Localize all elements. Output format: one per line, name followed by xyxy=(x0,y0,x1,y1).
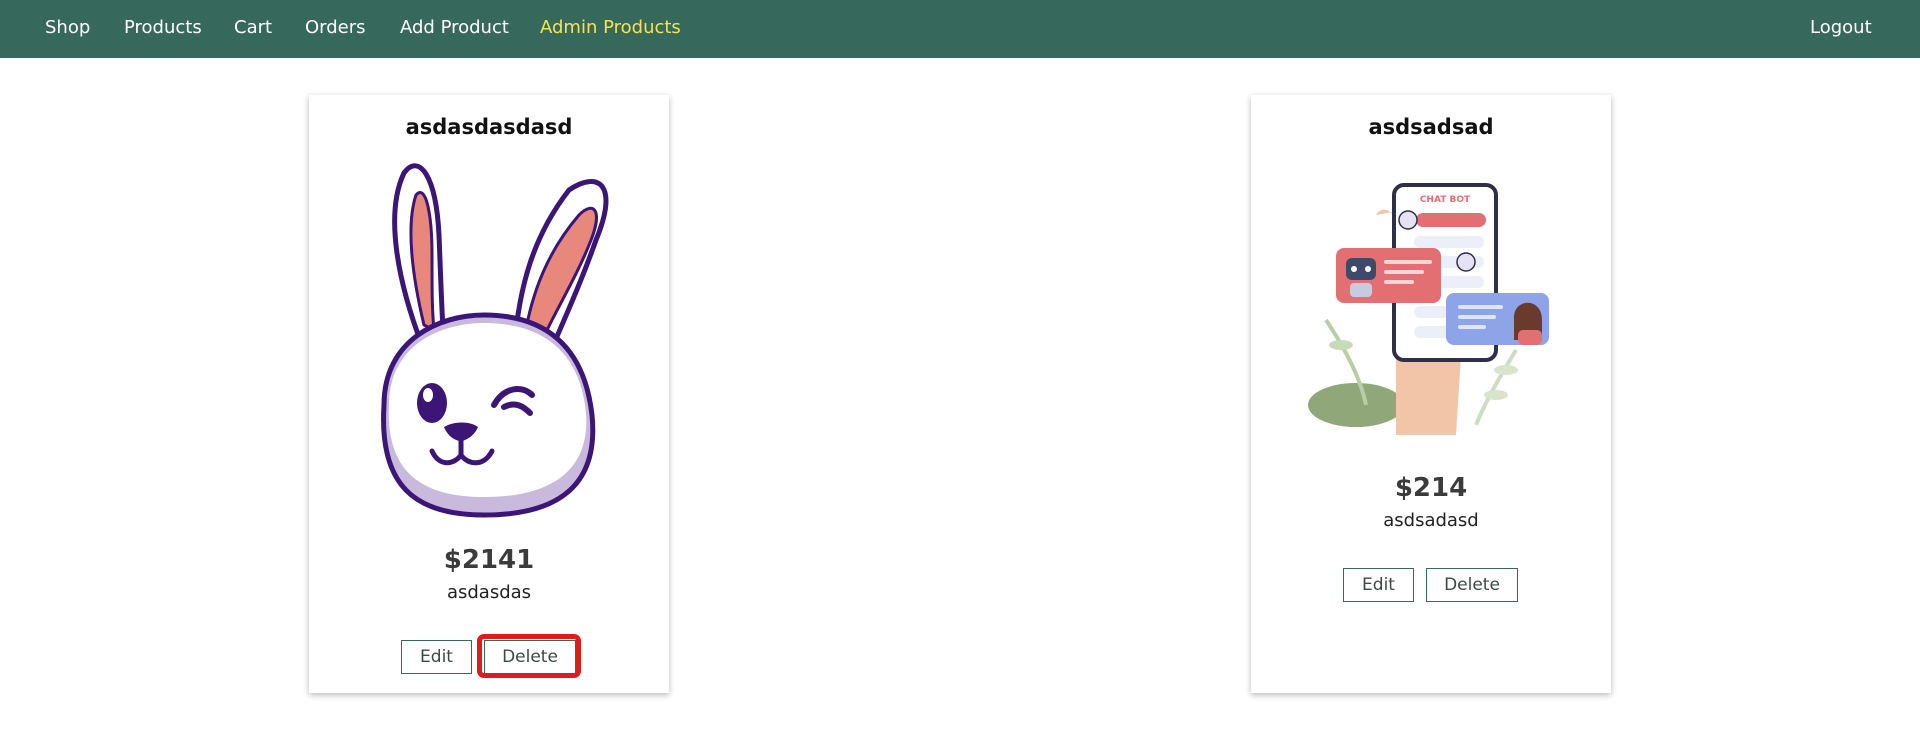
product-price: $214 xyxy=(1394,473,1468,503)
product-title: asdsadsad xyxy=(1368,115,1494,139)
bunny-image xyxy=(381,163,609,518)
nav-cart-link[interactable]: Cart xyxy=(234,0,272,58)
delete-button[interactable]: Delete xyxy=(484,640,576,674)
nav-add-product-link[interactable]: Add Product xyxy=(400,0,509,58)
nav-orders-link[interactable]: Orders xyxy=(305,0,366,58)
product-card: asdasdasdasd $2141 asdasdas Edit Delete xyxy=(309,95,669,693)
product-description: asdasdas xyxy=(446,582,532,603)
edit-button[interactable]: Edit xyxy=(401,640,472,674)
nav-logout-link[interactable]: Logout xyxy=(1810,0,1872,58)
chatbot-image: CHAT BOT xyxy=(1308,183,1549,435)
product-card: asdsadsad CHAT BOT $214 asdsadasd Edit D… xyxy=(1251,95,1611,693)
chat-bot-label: CHAT BOT xyxy=(1420,195,1471,205)
nav-admin-products-link[interactable]: Admin Products xyxy=(540,0,681,58)
product-description: asdsadasd xyxy=(1383,510,1479,531)
nav-products-link[interactable]: Products xyxy=(124,0,202,58)
product-price: $2141 xyxy=(443,545,535,575)
nav-shop-link[interactable]: Shop xyxy=(45,0,90,58)
top-navbar: Shop Products Cart Orders Add Product Ad… xyxy=(0,0,1920,58)
delete-button[interactable]: Delete xyxy=(1426,568,1518,602)
edit-button[interactable]: Edit xyxy=(1343,568,1414,602)
product-title: asdasdasdasd xyxy=(405,115,573,139)
